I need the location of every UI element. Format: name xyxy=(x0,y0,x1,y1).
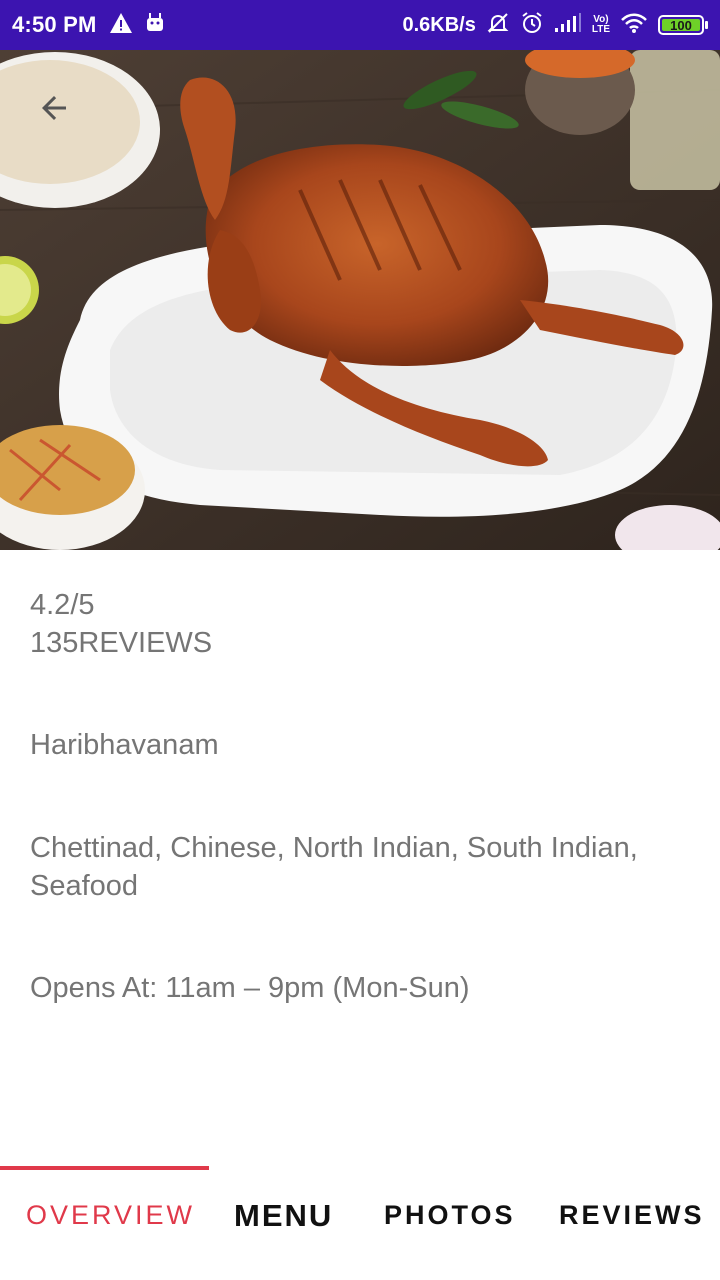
network-speed: 0.6KB/s xyxy=(402,13,476,36)
mute-notification-icon xyxy=(486,11,510,40)
tab-reviews[interactable]: REVIEWS xyxy=(559,1200,705,1231)
restaurant-name: Haribhavanam xyxy=(30,729,219,761)
warning-icon xyxy=(109,12,133,39)
opening-hours: Opens At: 11am – 9pm (Mon-Sun) xyxy=(30,972,470,1004)
tab-photos[interactable]: PHOTOS xyxy=(384,1200,516,1231)
back-button[interactable] xyxy=(26,80,82,136)
status-bar: 4:50 PM 0.6KB/s Vo) LTE 100 xyxy=(0,0,720,50)
reviews-count: 135REVIEWS xyxy=(30,627,213,659)
wifi-icon xyxy=(620,12,648,39)
alarm-icon xyxy=(520,11,544,40)
volte-icon: Vo) LTE xyxy=(591,14,610,35)
tab-menu[interactable]: MENU xyxy=(234,1198,333,1234)
arrow-back-icon xyxy=(42,96,66,120)
restaurant-overview: 4.2/5 135REVIEWS Haribhavanam Chettinad,… xyxy=(30,586,700,1004)
signal-icon xyxy=(554,12,582,38)
tab-indicator xyxy=(0,1166,209,1170)
cuisine-list: Chettinad, Chinese, North Indian, South … xyxy=(30,832,638,902)
battery-icon: 100 xyxy=(658,15,708,35)
tab-bar: OVERVIEW MENU PHOTOS REVIEWS xyxy=(0,1166,720,1280)
tab-overview[interactable]: OVERVIEW xyxy=(26,1200,195,1231)
restaurant-hero-image xyxy=(0,50,720,550)
status-time: 4:50 PM xyxy=(12,12,97,37)
rating-text: 4.2/5 xyxy=(30,589,95,621)
food-photo xyxy=(0,50,720,550)
android-icon xyxy=(145,12,165,39)
